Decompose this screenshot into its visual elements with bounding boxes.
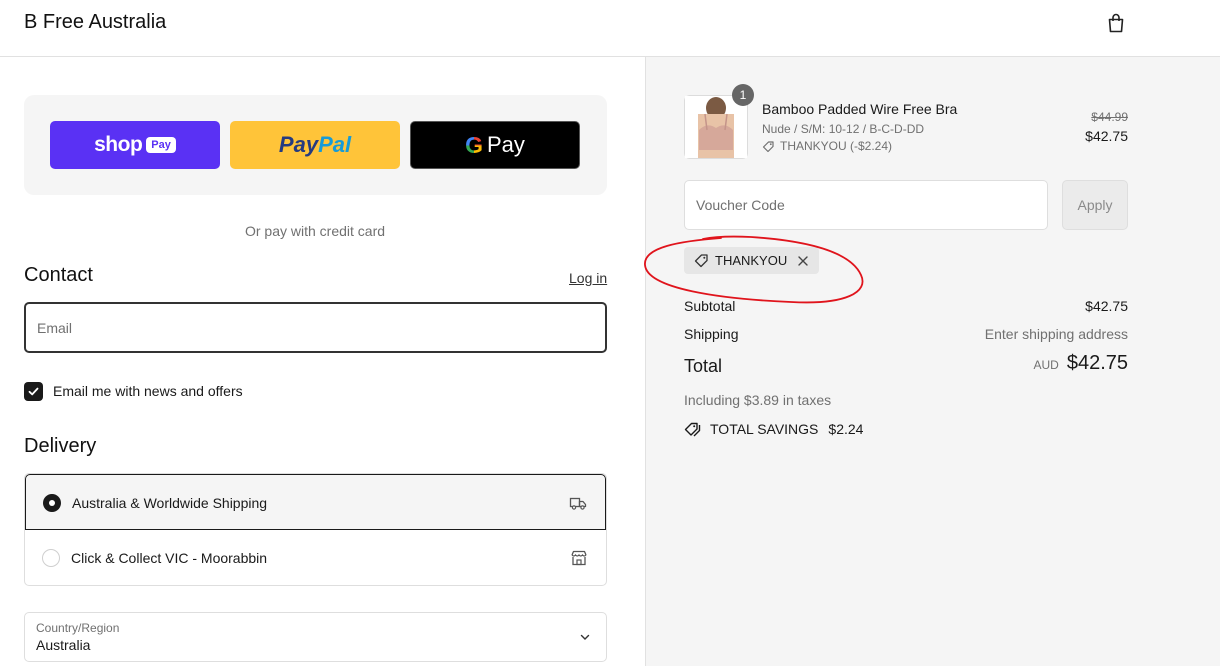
truck-icon [569, 497, 587, 510]
paypal-button[interactable]: PayPal [230, 121, 400, 169]
newsletter-label: Email me with news and offers [53, 383, 243, 399]
delivery-option-shipping[interactable]: Australia & Worldwide Shipping [25, 474, 606, 530]
product-discount: THANKYOU (-$2.24) [762, 139, 892, 153]
final-price: $42.75 [1085, 128, 1128, 144]
country-select[interactable]: Country/Region Australia [24, 612, 607, 662]
subtotal-value: $42.75 [1085, 298, 1128, 314]
shipping-value: Enter shipping address [984, 326, 1128, 342]
checkout-form: shop Pay PayPal G Pay Or pay with credit… [0, 57, 645, 666]
shop-pay-button[interactable]: shop Pay [50, 121, 220, 169]
subtotal-row: Subtotal $42.75 [684, 298, 1128, 314]
total-row: Total AUD $42.75 [684, 352, 1128, 377]
applied-discount-tag: THANKYOU [684, 247, 820, 274]
shipping-row: Shipping Enter shipping address [684, 326, 1128, 342]
tag-icon [694, 254, 708, 268]
radio-unselected[interactable] [42, 549, 60, 567]
shop-pay-badge: Pay [146, 137, 176, 153]
savings-value: $2.24 [828, 421, 864, 437]
shopping-bag-icon[interactable] [1105, 12, 1127, 34]
store-name[interactable]: B Free Australia [24, 11, 166, 34]
savings-label: TOTAL SAVINGS [710, 421, 819, 437]
delivery-option-label: Australia & Worldwide Shipping [72, 495, 268, 511]
taxes-note: Including $3.89 in taxes [684, 392, 832, 408]
quantity-badge: 1 [732, 84, 754, 106]
chevron-down-icon [580, 634, 590, 640]
express-checkout: shop Pay PayPal G Pay [24, 95, 607, 195]
country-label: Country/Region [36, 621, 120, 635]
product-name: Bamboo Padded Wire Free Bra [762, 101, 958, 117]
newsletter-checkbox[interactable] [24, 382, 43, 401]
remove-discount-button[interactable] [797, 255, 809, 267]
contact-title: Contact [24, 264, 93, 286]
shop-pay-logo: shop [94, 133, 143, 156]
subtotal-label: Subtotal [684, 298, 736, 314]
order-summary: 1 Bamboo Padded Wire Free Bra Nude / S/M… [644, 57, 1220, 666]
close-icon [798, 255, 808, 266]
voucher-code-input[interactable] [684, 180, 1048, 230]
total-savings: TOTAL SAVINGS $2.24 [684, 421, 863, 437]
email-field[interactable] [24, 302, 607, 353]
currency-code: AUD [1033, 358, 1059, 372]
total-label: Total [684, 356, 723, 376]
original-price: $44.99 [1091, 110, 1128, 124]
total-amount: $42.75 [1066, 352, 1128, 374]
login-link[interactable]: Log in [569, 270, 607, 286]
store-icon [571, 550, 587, 566]
or-pay-divider: Or pay with credit card [244, 223, 386, 239]
google-pay-logo: G Pay [465, 131, 525, 158]
google-pay-button[interactable]: G Pay [410, 121, 580, 169]
total-value-group: AUD $42.75 [1033, 352, 1128, 375]
header: B Free Australia [0, 0, 1220, 57]
google-g-icon: G [465, 131, 483, 158]
delivery-option-collect[interactable]: Click & Collect VIC - Moorabbin [25, 530, 606, 585]
delivery-title: Delivery [24, 435, 97, 457]
apply-voucher-button[interactable]: Apply [1062, 180, 1128, 230]
product-variant: Nude / S/M: 10-12 / B-C-D-DD [762, 122, 925, 136]
savings-tag-icon [684, 422, 701, 437]
country-value: Australia [36, 637, 91, 653]
applied-code: THANKYOU [715, 253, 788, 268]
radio-selected[interactable] [43, 494, 61, 512]
checkmark-icon [28, 387, 39, 396]
paypal-logo: PayPal [278, 132, 352, 157]
product-photo [685, 96, 747, 158]
shipping-label: Shipping [684, 326, 739, 342]
delivery-option-label: Click & Collect VIC - Moorabbin [71, 550, 268, 566]
tag-icon [762, 140, 774, 152]
delivery-options: Australia & Worldwide Shipping Click & C… [24, 473, 607, 586]
